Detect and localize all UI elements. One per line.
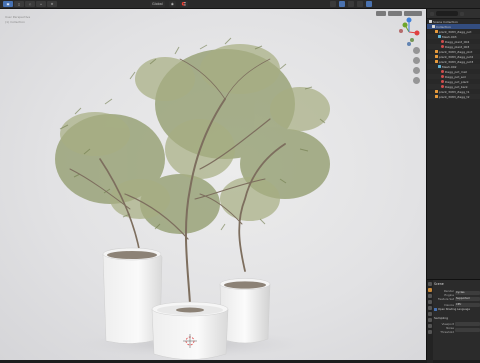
overlay-toggle[interactable] [339,1,345,7]
snap-toggle[interactable]: 🧲 [179,1,189,7]
collection-icon [432,25,435,28]
material-tab-icon[interactable] [428,330,432,334]
osl-checkbox[interactable]: Open Shading Language [434,308,480,311]
object-tab-icon[interactable] [428,318,432,322]
material-icon [441,45,444,48]
material-icon [441,85,444,88]
feature-set-dropdown[interactable]: Supported [455,296,480,302]
view-layer-tab-icon[interactable] [428,300,432,304]
pivot-dropdown[interactable]: ◉ [168,1,176,7]
outliner-panel: Scene Collection Collection plant_3083_Zag… [426,9,480,279]
viewport-header: ▣ ◻ ◇ + ✥ Global ◉ 🧲 [0,0,480,9]
3d-viewport[interactable]: User Perspective (1) Collection [0,9,426,360]
outliner-row-label: Dagg_plant_003 [445,44,470,49]
render-engine-label: Render Engine [444,289,454,297]
xray-toggle[interactable] [348,1,354,7]
mesh-icon [438,35,441,38]
grid-icon[interactable] [413,77,420,84]
properties-body: Scene Render Engine Cycles Feature Set S… [434,282,480,334]
properties-panel: Scene Render Engine Cycles Feature Set S… [426,279,480,363]
pot-short-front [151,301,229,360]
outliner-row-label: Mesh.003 [442,34,457,39]
modifier-tab-icon[interactable] [428,324,432,328]
object-icon [435,30,438,33]
outliner-header [427,9,480,19]
select-tool-button[interactable]: ▣ [3,1,13,7]
material-icon [441,40,444,43]
pan-hand-icon[interactable] [413,57,420,64]
proportional-edit-icon[interactable] [330,1,336,7]
outliner-row-label: plant_3083_Zagg_pot2 [439,54,474,59]
viewport-field[interactable] [455,321,480,327]
render-engine-dropdown[interactable]: Cycles [455,290,480,296]
outliner-row-label: Dagg_pot_soil [445,74,466,79]
outliner-row-label: plant_3083_Zagg_plnt [439,49,473,54]
scene-render [55,37,330,360]
outliner-row-label: plant_3083_Zagg_t2 [439,94,470,99]
osl-label: Open Shading Language [438,308,470,311]
object-icon [435,50,438,53]
scene-tab-icon[interactable] [428,306,432,310]
checkbox-icon [434,308,437,311]
shading-solid-button[interactable] [357,1,363,7]
outliner-row-label: plant_3083_Zagg_pot [439,29,472,34]
noise-label: Noise Threshold [440,326,454,334]
outliner-tree: Scene Collection Collection plant_3083_Zag… [427,19,480,99]
cursor-tool-button[interactable]: + [36,1,46,7]
output-tab-icon[interactable] [428,294,432,298]
outliner-row-label: Dagg_pot_plant [445,79,469,84]
camera-icon[interactable] [413,67,420,74]
outliner-row-label: Dagg_pot_mat [445,69,467,74]
outliner-row-label: plant_3083_Zagg_pot3 [439,59,474,64]
outliner-row[interactable]: plant_3083_Zagg_t2 [427,94,480,99]
feature-set-label: Feature Set [437,297,454,301]
orientation-dropdown[interactable]: Global [150,1,165,7]
material-icon [441,75,444,78]
shading-rendered-button[interactable] [366,1,372,7]
box-select-button[interactable]: ◻ [14,1,24,7]
outliner-search-input[interactable] [436,11,458,16]
tool-tab-icon[interactable] [428,282,432,286]
properties-tabs [427,280,433,363]
move-tool-button[interactable]: ✥ [47,1,57,7]
device-label: Device [444,303,454,307]
object-icon [435,90,438,93]
object-icon [435,55,438,58]
outliner-row-label: Mesh.002 [442,64,457,69]
zoom-icon[interactable] [413,47,420,54]
mesh-icon [438,65,441,68]
navigation-controls [413,47,420,84]
navigation-gizmo[interactable] [396,15,422,49]
render-tab-icon[interactable] [428,288,432,292]
properties-title: Scene [434,282,444,286]
filter-icon[interactable] [460,11,464,16]
device-dropdown[interactable]: CPU [455,302,480,308]
outliner-row-label: Dagg_pot_bark [445,84,468,89]
collection-icon [429,20,432,23]
outliner-row-label: Scene Collection [433,19,458,24]
gizmo-toggle[interactable] [376,11,386,16]
sampling-section[interactable]: Sampling [434,316,480,320]
lasso-select-button[interactable]: ◇ [25,1,35,7]
outliner-row-label: plant_3083_Zagg_t1 [439,89,470,94]
object-icon [435,60,438,63]
world-tab-icon[interactable] [428,312,432,316]
object-icon [435,95,438,98]
noise-row: Noise Threshold [434,326,480,334]
outliner-row-label: Dagg_plant_004 [445,39,470,44]
material-icon [441,80,444,83]
display-mode-icon[interactable] [430,11,434,16]
noise-field[interactable] [455,327,480,333]
toolbar-modes: ▣ ◻ ◇ + ✥ [3,1,57,7]
outliner-row-label: Collection [436,24,451,29]
material-icon [441,70,444,73]
